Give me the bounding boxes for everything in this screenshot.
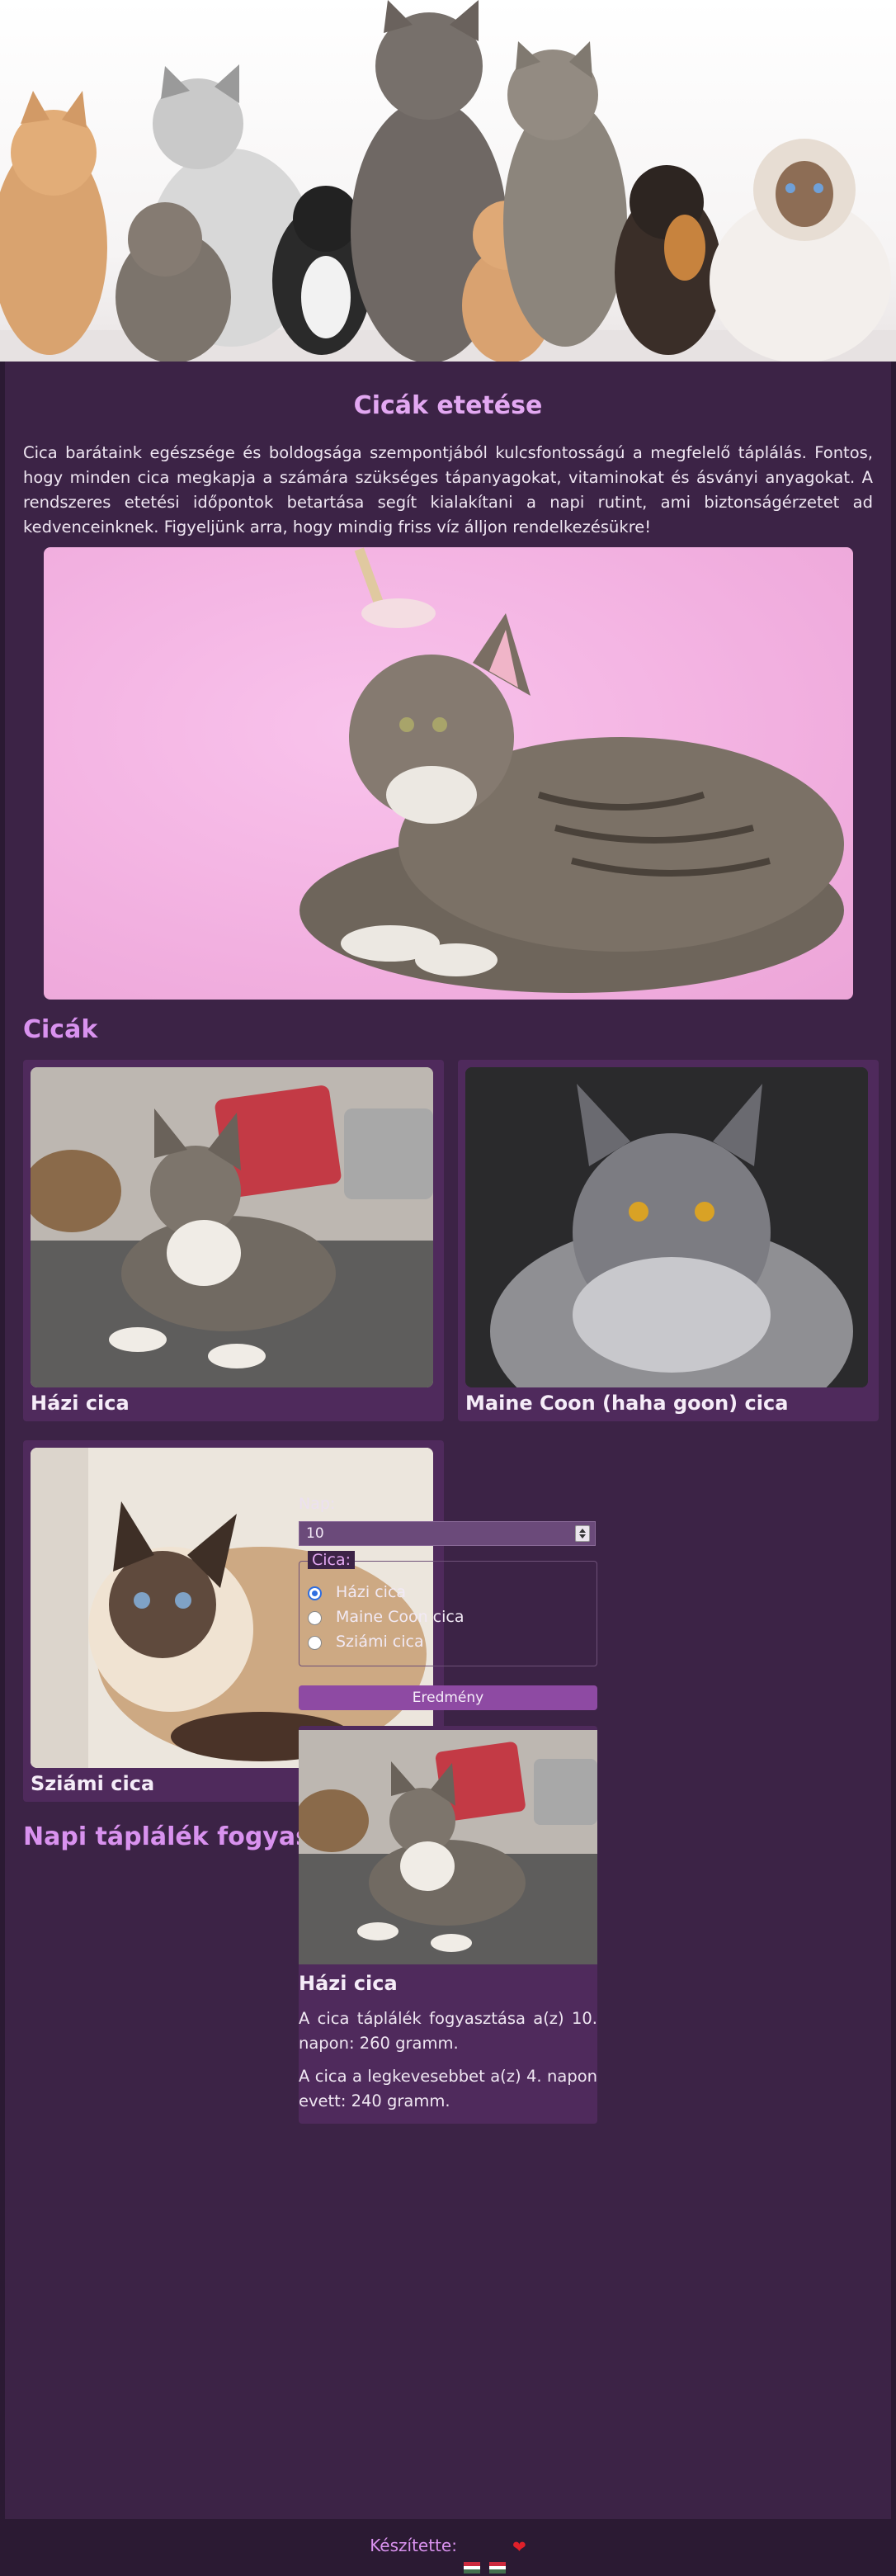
cat-fieldset: Cica: Házi cica Maine Coon cica Sziámi c… xyxy=(299,1551,597,1666)
tabby-on-sofa-image xyxy=(299,1730,597,1964)
radio-unchecked-icon[interactable] xyxy=(308,1636,322,1650)
intro-paragraph: Cica barátaink egészsége és boldogsága s… xyxy=(23,443,873,536)
result-cat-photo xyxy=(299,1730,597,1964)
result-button[interactable]: Eredmény xyxy=(299,1685,597,1710)
radio-label: Sziámi cica xyxy=(336,1633,424,1651)
number-spinner-icon[interactable] xyxy=(575,1525,590,1542)
cat-card-hazi[interactable]: Házi cica xyxy=(23,1060,444,1421)
hero-image-tabby-cat xyxy=(44,547,853,1000)
cats-group-illustration xyxy=(0,0,896,362)
cat-card-label: Maine Coon (haha goon) cica xyxy=(465,1392,789,1415)
radio-unchecked-icon[interactable] xyxy=(308,1611,322,1625)
tabby-cat-pink-background xyxy=(299,547,844,993)
result-cat-name: Házi cica xyxy=(299,1972,398,1995)
cat-card-maine-coon[interactable]: Maine Coon (haha goon) cica xyxy=(458,1060,879,1421)
hazi-cica-photo xyxy=(31,1067,433,1387)
cat-legend: Cica: xyxy=(308,1551,356,1569)
radio-label: Házi cica xyxy=(336,1583,407,1601)
main-content: Cicák etetése Cica barátaink egészsége é… xyxy=(5,362,891,2519)
hungarian-flag-icon xyxy=(464,2541,481,2574)
day-number-input[interactable]: 10 xyxy=(299,1521,596,1546)
cat-card-label: Házi cica xyxy=(31,1392,130,1415)
radio-label: Maine Coon cica xyxy=(336,1608,465,1626)
header-banner-cats-image xyxy=(0,0,896,362)
day-label: Nap: xyxy=(299,1495,336,1513)
result-card: Házi cica A cica táplálék fogyasztása a(… xyxy=(299,1726,597,2124)
radio-checked-icon[interactable] xyxy=(308,1586,322,1600)
result-minimum-text: A cica a legkevesebbet a(z) 4. napon eve… xyxy=(299,2067,597,2110)
footer: Készítette: ❤ xyxy=(0,2519,896,2576)
footer-credit: Készítette: xyxy=(370,2536,457,2555)
cats-section-heading: Cicák xyxy=(23,1015,98,1044)
tabby-on-sofa-image xyxy=(31,1067,433,1387)
cat-card-label: Sziámi cica xyxy=(31,1772,155,1795)
heart-icon: ❤ xyxy=(512,2536,526,2557)
result-consumption-text: A cica táplálék fogyasztása a(z) 10. nap… xyxy=(299,2009,597,2053)
maine-coon-photo xyxy=(465,1067,868,1387)
grey-maine-coon-image xyxy=(465,1067,868,1387)
day-input-value: 10 xyxy=(306,1525,324,1542)
page-title: Cicák etetése xyxy=(353,391,543,420)
hungarian-flag-icon xyxy=(488,2541,506,2574)
